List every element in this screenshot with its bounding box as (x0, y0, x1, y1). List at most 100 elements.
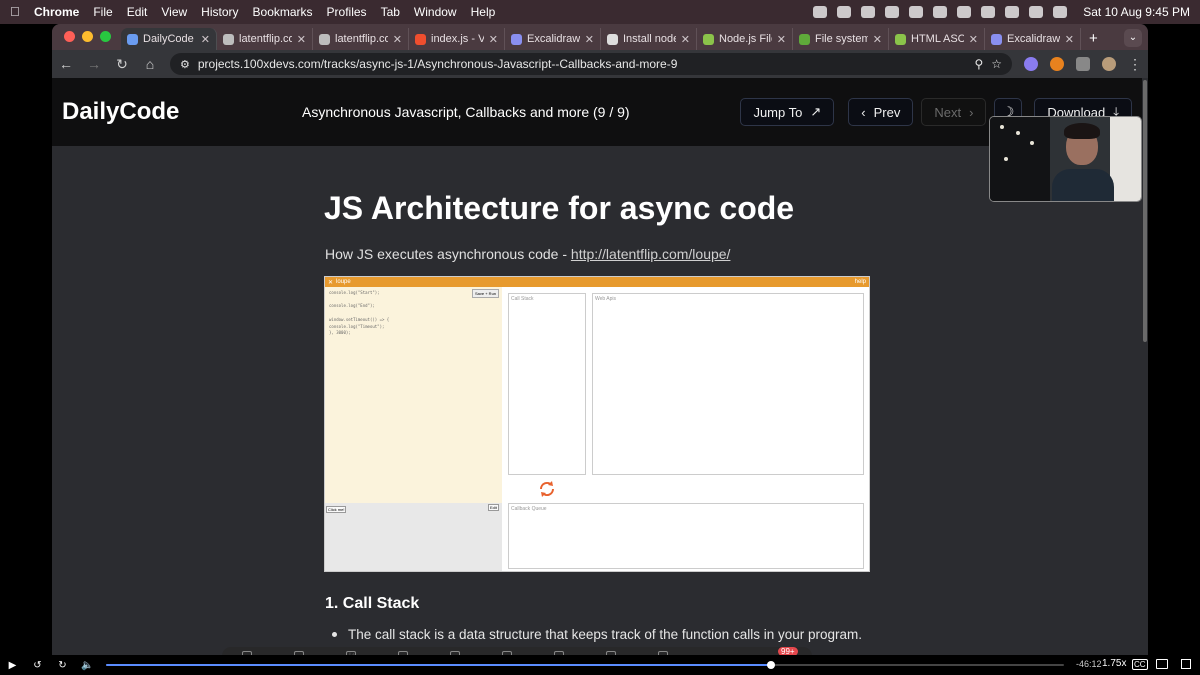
menu-history[interactable]: History (201, 5, 238, 19)
browser-tab[interactable]: Excalidraw ✕ (985, 28, 1081, 50)
display-status-icon[interactable] (909, 6, 924, 18)
loupe-name: loupe (336, 279, 351, 285)
record-status-icon[interactable] (861, 6, 876, 18)
status-icons: Sat 10 Aug 9:45 PM (813, 5, 1190, 19)
next-button[interactable]: Next › (921, 98, 987, 126)
menu-help[interactable]: Help (471, 5, 496, 19)
playback-speed[interactable]: 1.75x (1102, 658, 1126, 669)
spotlight-icon[interactable] (1005, 6, 1020, 18)
tab-close-icon[interactable]: ✕ (969, 33, 978, 46)
apple-icon[interactable]:  (10, 5, 24, 19)
tab-close-icon[interactable]: ✕ (873, 33, 882, 46)
menu-app[interactable]: Chrome (34, 5, 79, 19)
extensions-puzzle-icon[interactable] (1076, 57, 1090, 71)
volume-icon[interactable]: 🔈 (75, 660, 100, 671)
zoom-status-icon[interactable] (837, 6, 852, 18)
browser-tab[interactable]: DailyCode ✕ (121, 28, 217, 50)
address-bar[interactable]: ⚙ projects.100xdevs.com/tracks/async-js-… (170, 53, 1012, 75)
browser-tab[interactable]: latentflip.com/ ✕ (217, 28, 313, 50)
siri-icon[interactable] (1053, 6, 1068, 18)
intro-text: How JS executes asynchronous code - (325, 246, 571, 262)
loupe-edit: Edit (488, 504, 499, 511)
prev-label: Prev (873, 104, 901, 120)
menu-file[interactable]: File (93, 5, 112, 19)
forward-skip-icon[interactable]: ↻ (50, 660, 75, 671)
tab-favicon (991, 33, 1002, 45)
minimize-window-button[interactable] (82, 31, 93, 42)
scrollbar-thumb[interactable] (1143, 80, 1147, 342)
new-tab-button[interactable]: + (1081, 30, 1106, 50)
browser-tab[interactable]: Install nodejs ✕ (601, 28, 697, 50)
metamask-icon[interactable] (1050, 57, 1064, 71)
tab-favicon (703, 33, 714, 45)
pip-icon[interactable] (1156, 659, 1168, 669)
menu-profiles[interactable]: Profiles (327, 5, 367, 19)
captions-button[interactable]: CC (1132, 659, 1148, 670)
tab-title: Excalidraw (1007, 33, 1060, 45)
video-progress-bar[interactable] (106, 661, 1064, 669)
play-icon[interactable]: ▶ (0, 660, 25, 671)
wifi-icon[interactable] (981, 6, 996, 18)
article-title: JS Architecture for async code (324, 190, 795, 226)
browser-tab[interactable]: HTML ASCII Re ✕ (889, 28, 985, 50)
tab-favicon (127, 33, 138, 45)
forward-icon[interactable]: → (86, 56, 102, 72)
event-loop-icon (539, 481, 555, 497)
status-app-icon[interactable] (813, 6, 828, 18)
zoom-icon[interactable]: ⚲ (974, 57, 983, 71)
tab-close-icon[interactable]: ✕ (777, 33, 786, 46)
prev-button[interactable]: ‹ Prev (848, 98, 914, 126)
webcam-person-body (1052, 169, 1114, 201)
profile-avatar[interactable] (1102, 57, 1116, 71)
call-stack-label: Call Stack (511, 296, 534, 302)
menu-bookmarks[interactable]: Bookmarks (253, 5, 313, 19)
tab-search-icon[interactable]: ⌄ (1124, 29, 1142, 47)
loupe-link[interactable]: http://latentflip.com/loupe/ (571, 246, 731, 262)
menu-window[interactable]: Window (414, 5, 457, 19)
menu-tab[interactable]: Tab (381, 5, 400, 19)
tab-close-icon[interactable]: ✕ (681, 33, 690, 46)
menu-view[interactable]: View (161, 5, 187, 19)
webcam-light (1030, 141, 1034, 145)
fullscreen-icon[interactable] (1181, 659, 1191, 669)
extension-icon[interactable] (1024, 57, 1038, 71)
webcam-person-hair (1064, 123, 1100, 139)
next-label: Next (934, 104, 962, 120)
browser-tab[interactable]: Node.js File Sy ✕ (697, 28, 793, 50)
tab-close-icon[interactable]: ✕ (585, 33, 594, 46)
site-brand[interactable]: DailyCode (62, 98, 302, 126)
menu-edit[interactable]: Edit (127, 5, 148, 19)
url-text[interactable]: projects.100xdevs.com/tracks/async-js-1/… (198, 57, 967, 71)
browser-tab[interactable]: File system | N ✕ (793, 28, 889, 50)
site-settings-icon[interactable]: ⚙ (180, 58, 190, 71)
jump-to-button[interactable]: Jump To ↗ (740, 98, 835, 126)
close-window-button[interactable] (64, 31, 75, 42)
maximize-window-button[interactable] (100, 31, 111, 42)
loupe-callback-queue: Callback Queue (508, 503, 864, 569)
loupe-save-run: Save + Run (472, 289, 500, 298)
tab-close-icon[interactable]: ✕ (1065, 33, 1074, 46)
battery-icon[interactable] (957, 6, 972, 18)
menubar-clock[interactable]: Sat 10 Aug 9:45 PM (1083, 5, 1190, 19)
tab-close-icon[interactable]: ✕ (393, 33, 402, 46)
progress-knob[interactable] (766, 661, 775, 669)
browser-menu-icon[interactable]: ⋮ (1128, 56, 1142, 73)
back-icon[interactable]: ← (58, 56, 74, 72)
reload-icon[interactable]: ↻ (114, 56, 130, 73)
browser-tab[interactable]: index.js - Vigo ✕ (409, 28, 505, 50)
browser-tab[interactable]: Excalidraw ✕ (505, 28, 601, 50)
browser-tab[interactable]: latentflip.com/ ✕ (313, 28, 409, 50)
rewind-icon[interactable]: ↺ (25, 660, 50, 671)
page-scrollbar[interactable] (1142, 78, 1148, 675)
home-icon[interactable]: ⌂ (142, 56, 158, 72)
loupe-screenshot: ✕ loupe help console.log("Start"); conso… (324, 276, 870, 572)
bookmark-star-icon[interactable]: ☆ (991, 57, 1002, 71)
tab-close-icon[interactable]: ✕ (201, 33, 210, 46)
tab-close-icon[interactable]: ✕ (489, 33, 498, 46)
keyboard-status-icon[interactable] (933, 6, 948, 18)
media-status-icon[interactable] (885, 6, 900, 18)
control-center-icon[interactable] (1029, 6, 1044, 18)
tab-close-icon[interactable]: ✕ (297, 33, 306, 46)
webcam-overlay[interactable] (989, 116, 1142, 202)
tab-title: File system | N (815, 33, 868, 45)
